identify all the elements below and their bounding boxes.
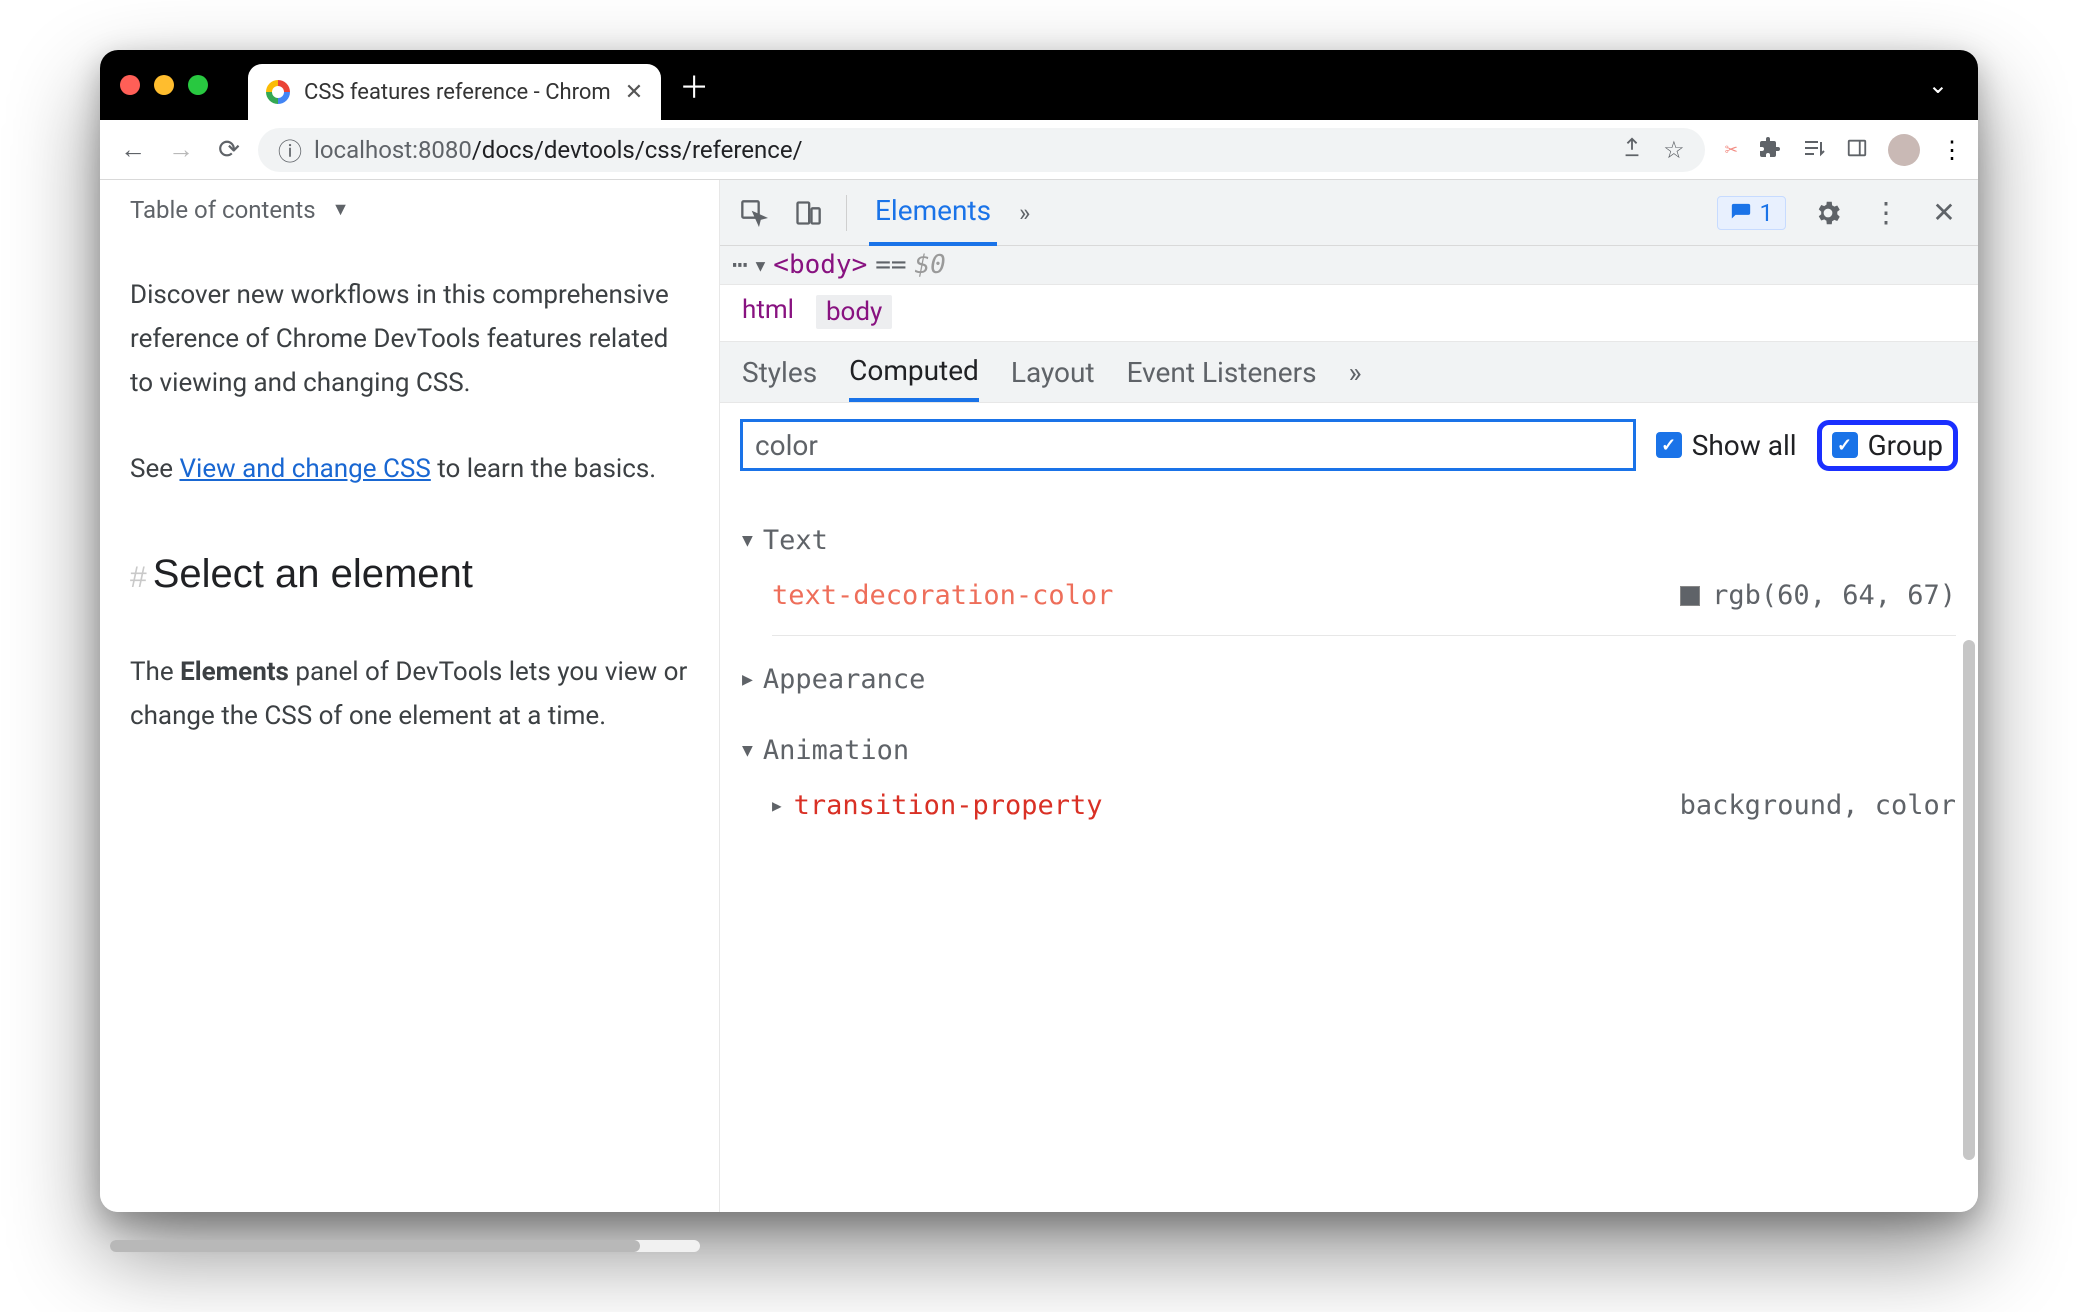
devtools-scrollbar[interactable]	[1963, 640, 1975, 1160]
chrome-favicon-icon	[266, 80, 290, 104]
elements-paragraph: The Elements panel of DevTools lets you …	[130, 650, 689, 738]
browser-tabbar: CSS features reference - Chrom ✕ ＋ ⌄	[100, 50, 1978, 120]
intro-paragraph: Discover new workflows in this comprehen…	[130, 273, 689, 406]
site-info-icon[interactable]: ⓘ	[278, 132, 302, 167]
triangle-down-icon: ▼	[742, 530, 753, 551]
back-button[interactable]: ←	[114, 131, 152, 169]
property-value: background, color	[1680, 790, 1956, 821]
more-tabs-button[interactable]: »	[1019, 199, 1030, 227]
panel-tab-layout[interactable]: Layout	[1011, 342, 1095, 402]
styles-panel-tabs: Styles Computed Layout Event Listeners »	[720, 341, 1978, 403]
anchor-hash-icon[interactable]: #	[130, 561, 147, 594]
property-row[interactable]: text-decoration-color rgb(60, 64, 67)	[772, 580, 1956, 636]
url-port: :8080	[412, 136, 472, 164]
property-value: rgb(60, 64, 67)	[1712, 580, 1956, 611]
profile-avatar[interactable]	[1888, 134, 1920, 166]
window-close-button[interactable]	[120, 75, 140, 95]
window-maximize-button[interactable]	[188, 75, 208, 95]
issues-badge[interactable]: 1	[1717, 196, 1787, 230]
dom-tag: <body>	[773, 250, 867, 280]
toc-toggle[interactable]: Table of contents ▼	[130, 190, 689, 231]
dom-breadcrumb: html body	[720, 285, 1978, 341]
group-text[interactable]: ▼ Text	[742, 525, 1956, 556]
group-animation-label: Animation	[763, 735, 909, 766]
reload-button[interactable]: ⟳	[210, 131, 248, 169]
side-panel-icon[interactable]	[1846, 137, 1868, 163]
address-bar[interactable]: ⓘ localhost:8080/docs/devtools/css/refer…	[258, 128, 1705, 172]
group-appearance[interactable]: ▶ Appearance	[742, 664, 1956, 695]
checkbox-checked-icon: ✓	[1656, 432, 1682, 458]
checkbox-checked-icon: ✓	[1832, 432, 1858, 458]
group-checkbox[interactable]: ✓ Group	[1817, 420, 1958, 471]
show-all-checkbox[interactable]: ✓ Show all	[1656, 429, 1797, 462]
browser-tab[interactable]: CSS features reference - Chrom ✕	[248, 64, 661, 120]
inspect-element-icon[interactable]	[738, 197, 770, 229]
reading-list-icon[interactable]	[1802, 136, 1826, 164]
url-host: localhost	[314, 136, 412, 164]
panel-tab-styles[interactable]: Styles	[742, 342, 817, 402]
panel-tab-event-listeners[interactable]: Event Listeners	[1127, 342, 1317, 402]
section-heading: #Select an element	[130, 540, 689, 608]
group-appearance-label: Appearance	[763, 664, 926, 695]
show-all-label: Show all	[1692, 429, 1797, 462]
breadcrumb-body[interactable]: body	[816, 295, 892, 329]
devtools-panel: Elements » 1 ⋮ ✕ ⋯ ▼ <body>	[720, 180, 1978, 1212]
window-minimize-button[interactable]	[154, 75, 174, 95]
tab-search-button[interactable]: ⌄	[1928, 71, 1948, 99]
caret-down-icon: ▼	[332, 195, 350, 226]
ellipsis-icon: ⋯	[732, 250, 748, 280]
view-change-css-link[interactable]: View and change CSS	[179, 454, 430, 484]
collapse-triangle-icon[interactable]: ▼	[756, 256, 766, 275]
scissors-icon[interactable]: ✂	[1725, 140, 1738, 159]
dom-eq: ==	[875, 250, 906, 280]
property-row[interactable]: ▶ transition-property background, color	[772, 790, 1956, 829]
dom-dollar: $0	[915, 250, 946, 280]
color-swatch-icon[interactable]	[1680, 586, 1700, 606]
share-icon[interactable]	[1621, 136, 1643, 164]
devtools-close-button[interactable]: ✕	[1928, 197, 1960, 229]
group-animation[interactable]: ▼ Animation	[742, 735, 1956, 766]
devtools-tab-elements[interactable]: Elements	[869, 180, 997, 246]
triangle-right-icon: ▶	[742, 669, 753, 690]
toc-label: Table of contents	[130, 190, 316, 231]
page-horizontal-scrollbar[interactable]	[110, 1240, 700, 1252]
triangle-down-icon: ▼	[742, 740, 753, 761]
settings-icon[interactable]	[1812, 197, 1844, 229]
browser-menu-button[interactable]: ⋮	[1940, 136, 1964, 164]
tab-title: CSS features reference - Chrom	[304, 80, 611, 105]
group-text-label: Text	[763, 525, 828, 556]
computed-groups: ▼ Text text-decoration-color rgb(60, 64,…	[720, 487, 1978, 883]
filter-input[interactable]	[740, 419, 1636, 471]
triangle-right-icon: ▶	[772, 796, 782, 815]
new-tab-button[interactable]: ＋	[679, 63, 709, 107]
device-toolbar-icon[interactable]	[792, 197, 824, 229]
devtools-toolbar: Elements » 1 ⋮ ✕	[720, 180, 1978, 246]
devtools-menu-button[interactable]: ⋮	[1870, 197, 1902, 229]
see-paragraph: See View and change CSS to learn the bas…	[130, 447, 689, 491]
forward-button[interactable]: →	[162, 131, 200, 169]
extensions-icon[interactable]	[1758, 136, 1782, 164]
issues-count: 1	[1760, 199, 1774, 227]
property-name: transition-property	[794, 790, 1103, 821]
property-name: text-decoration-color	[772, 580, 1113, 611]
page-content: Table of contents ▼ Discover new workflo…	[100, 180, 720, 1212]
tab-close-button[interactable]: ✕	[625, 80, 643, 105]
breadcrumb-html[interactable]: html	[742, 295, 794, 329]
url-path: /docs/devtools/css/reference/	[472, 136, 803, 164]
panel-tab-computed[interactable]: Computed	[849, 342, 979, 402]
dom-selected-row[interactable]: ⋯ ▼ <body> == $0	[720, 246, 1978, 285]
computed-filter-row: ✓ Show all ✓ Group	[720, 403, 1978, 487]
group-label: Group	[1868, 429, 1943, 462]
bookmark-icon[interactable]: ☆	[1663, 136, 1685, 164]
more-panels-button[interactable]: »	[1349, 342, 1362, 402]
browser-toolbar: ← → ⟳ ⓘ localhost:8080/docs/devtools/css…	[100, 120, 1978, 180]
